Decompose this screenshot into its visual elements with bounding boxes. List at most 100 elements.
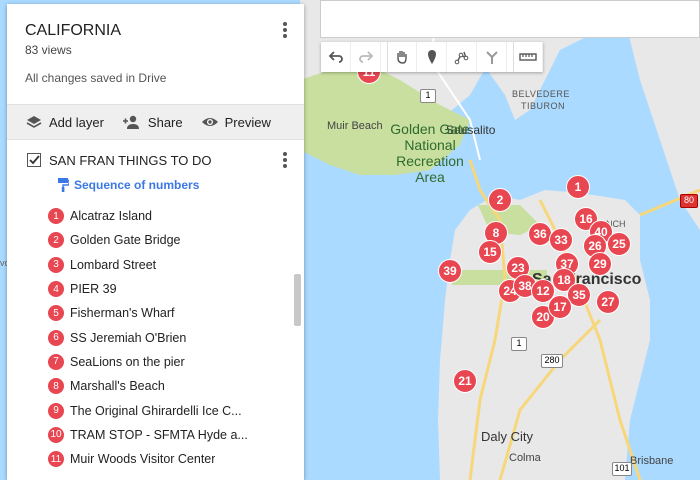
add-layer-button[interactable]: Add layer <box>25 114 104 130</box>
list-item[interactable]: 11 Muir Woods Visitor Center <box>48 447 288 471</box>
list-item[interactable]: 8 Marshall's Beach <box>48 374 288 398</box>
list-item[interactable]: 7 SeaLions on the pier <box>48 350 288 374</box>
shield-80: 80 <box>680 194 698 208</box>
map-label-colma: Colma <box>509 452 541 464</box>
item-number: 8 <box>48 378 64 395</box>
item-number: 4 <box>48 281 64 298</box>
undo-button[interactable] <box>321 42 351 72</box>
pin-icon <box>427 50 436 64</box>
more-vert-icon <box>283 152 287 168</box>
hand-icon <box>397 51 407 64</box>
share-label: Share <box>147 114 183 130</box>
layer-visibility-checkbox[interactable] <box>27 153 41 167</box>
item-number: 3 <box>48 256 64 273</box>
item-label: Marshall's Beach <box>70 379 165 394</box>
shield-1b: 1 <box>511 337 527 351</box>
item-label: Alcatraz Island <box>70 209 152 224</box>
list-item[interactable]: 10 TRAM STOP - SFMTA Hyde a... <box>48 423 288 447</box>
map-marker-39[interactable]: 39 <box>438 259 462 283</box>
item-label: Muir Woods Visitor Center <box>70 452 216 467</box>
preview-button[interactable]: Preview <box>201 115 271 130</box>
item-label: TRAM STOP - SFMTA Hyde a... <box>70 427 248 442</box>
item-number: 6 <box>48 329 64 346</box>
layer-style-label: Sequence of numbers <box>74 178 200 192</box>
map-marker-1[interactable]: 1 <box>566 175 590 199</box>
map-marker-2[interactable]: 2 <box>488 188 512 212</box>
list-item[interactable]: 2 Golden Gate Bridge <box>48 228 288 252</box>
map-marker-29[interactable]: 29 <box>588 252 612 276</box>
item-number: 10 <box>48 426 64 443</box>
directions-icon <box>485 51 498 64</box>
panel-actions-bar: Add layer Share Preview <box>7 104 304 140</box>
ggnra-line-1: Golden Gate <box>390 121 470 137</box>
select-items-button[interactable] <box>387 42 417 72</box>
paint-roller-icon <box>58 178 69 192</box>
shield-101: 101 <box>612 462 632 476</box>
ggnra-line-3: Recreation <box>396 153 464 169</box>
item-label: Golden Gate Bridge <box>70 233 181 248</box>
layer-header: SAN FRAN THINGS TO DO <box>27 149 297 171</box>
list-item[interactable]: 3 Lombard Street <box>48 253 288 277</box>
directions-button[interactable] <box>477 42 507 72</box>
layer-options-button[interactable] <box>276 150 294 170</box>
item-number: 9 <box>48 402 64 419</box>
item-number: 5 <box>48 305 64 322</box>
save-status: All changes saved in Drive <box>25 71 167 85</box>
map-label-brisbane: Brisbane <box>630 455 674 467</box>
map-marker-17[interactable]: 17 <box>548 295 572 319</box>
more-vert-icon <box>283 22 287 38</box>
draw-line-button[interactable] <box>447 42 477 72</box>
list-item[interactable]: 9 The Original Ghirardelli Ice C... <box>48 398 288 422</box>
map-toolbar <box>321 42 543 72</box>
item-label: SeaLions on the pier <box>70 354 185 369</box>
map-label-daly-city: Daly City <box>481 429 534 444</box>
list-item[interactable]: 1 Alcatraz Island <box>48 204 288 228</box>
map-marker-33[interactable]: 33 <box>549 228 573 252</box>
ggnra-line-2: National <box>404 137 456 153</box>
redo-button[interactable] <box>351 42 381 72</box>
views-count: 83 views <box>25 43 72 57</box>
redo-icon <box>358 51 373 63</box>
ruler-icon <box>519 53 537 61</box>
layer-style-link[interactable]: Sequence of numbers <box>57 177 199 193</box>
item-label: Lombard Street <box>70 257 157 272</box>
map-options-button[interactable] <box>276 20 294 40</box>
map-title[interactable]: CALIFORNIA <box>25 22 121 40</box>
item-label: Fisherman's Wharf <box>70 306 175 321</box>
item-label: The Original Ghirardelli Ice C... <box>70 403 242 418</box>
undo-icon <box>328 51 343 63</box>
map-search-input[interactable] <box>320 0 700 38</box>
layer-name[interactable]: SAN FRAN THINGS TO DO <box>49 153 212 168</box>
ggnra-line-4: Area <box>415 169 445 185</box>
share-button[interactable]: Share <box>122 114 183 130</box>
item-number: 2 <box>48 232 64 249</box>
item-number: 7 <box>48 353 64 370</box>
draw-line-icon <box>454 51 468 65</box>
shield-280: 280 <box>541 354 563 368</box>
map-marker-27[interactable]: 27 <box>596 290 620 314</box>
item-label: SS Jeremiah O'Brien <box>70 330 187 345</box>
list-item[interactable]: 6 SS Jeremiah O'Brien <box>48 325 288 349</box>
map-label-muir-beach: Muir Beach <box>327 120 383 132</box>
layer-items-list: 1 Alcatraz Island 2 Golden Gate Bridge 3 Lo… <box>48 204 288 471</box>
measure-button[interactable] <box>513 42 543 72</box>
item-number: 1 <box>48 208 64 225</box>
shield-1: 1 <box>420 89 436 103</box>
map-marker-15[interactable]: 15 <box>478 240 502 264</box>
check-icon <box>28 155 40 165</box>
list-item[interactable]: 5 Fisherman's Wharf <box>48 301 288 325</box>
panel-scrollbar[interactable] <box>294 274 301 326</box>
item-number: 11 <box>48 451 64 468</box>
map-marker-25[interactable]: 25 <box>607 232 631 256</box>
add-person-icon <box>122 115 139 129</box>
map-label-tiburon: TIBURON <box>521 101 565 111</box>
eye-icon <box>201 118 218 126</box>
map-label-ggnra: Golden Gate National Recreation Area <box>390 121 470 185</box>
map-label-belvedere: BELVEDERE <box>512 89 570 99</box>
add-marker-button[interactable] <box>417 42 447 72</box>
item-label: PIER 39 <box>70 282 117 297</box>
layers-icon <box>26 116 42 128</box>
list-item[interactable]: 4 PIER 39 <box>48 277 288 301</box>
map-marker-21[interactable]: 21 <box>453 369 477 393</box>
map-layers-panel: CALIFORNIA 83 views All changes saved in… <box>7 4 304 480</box>
